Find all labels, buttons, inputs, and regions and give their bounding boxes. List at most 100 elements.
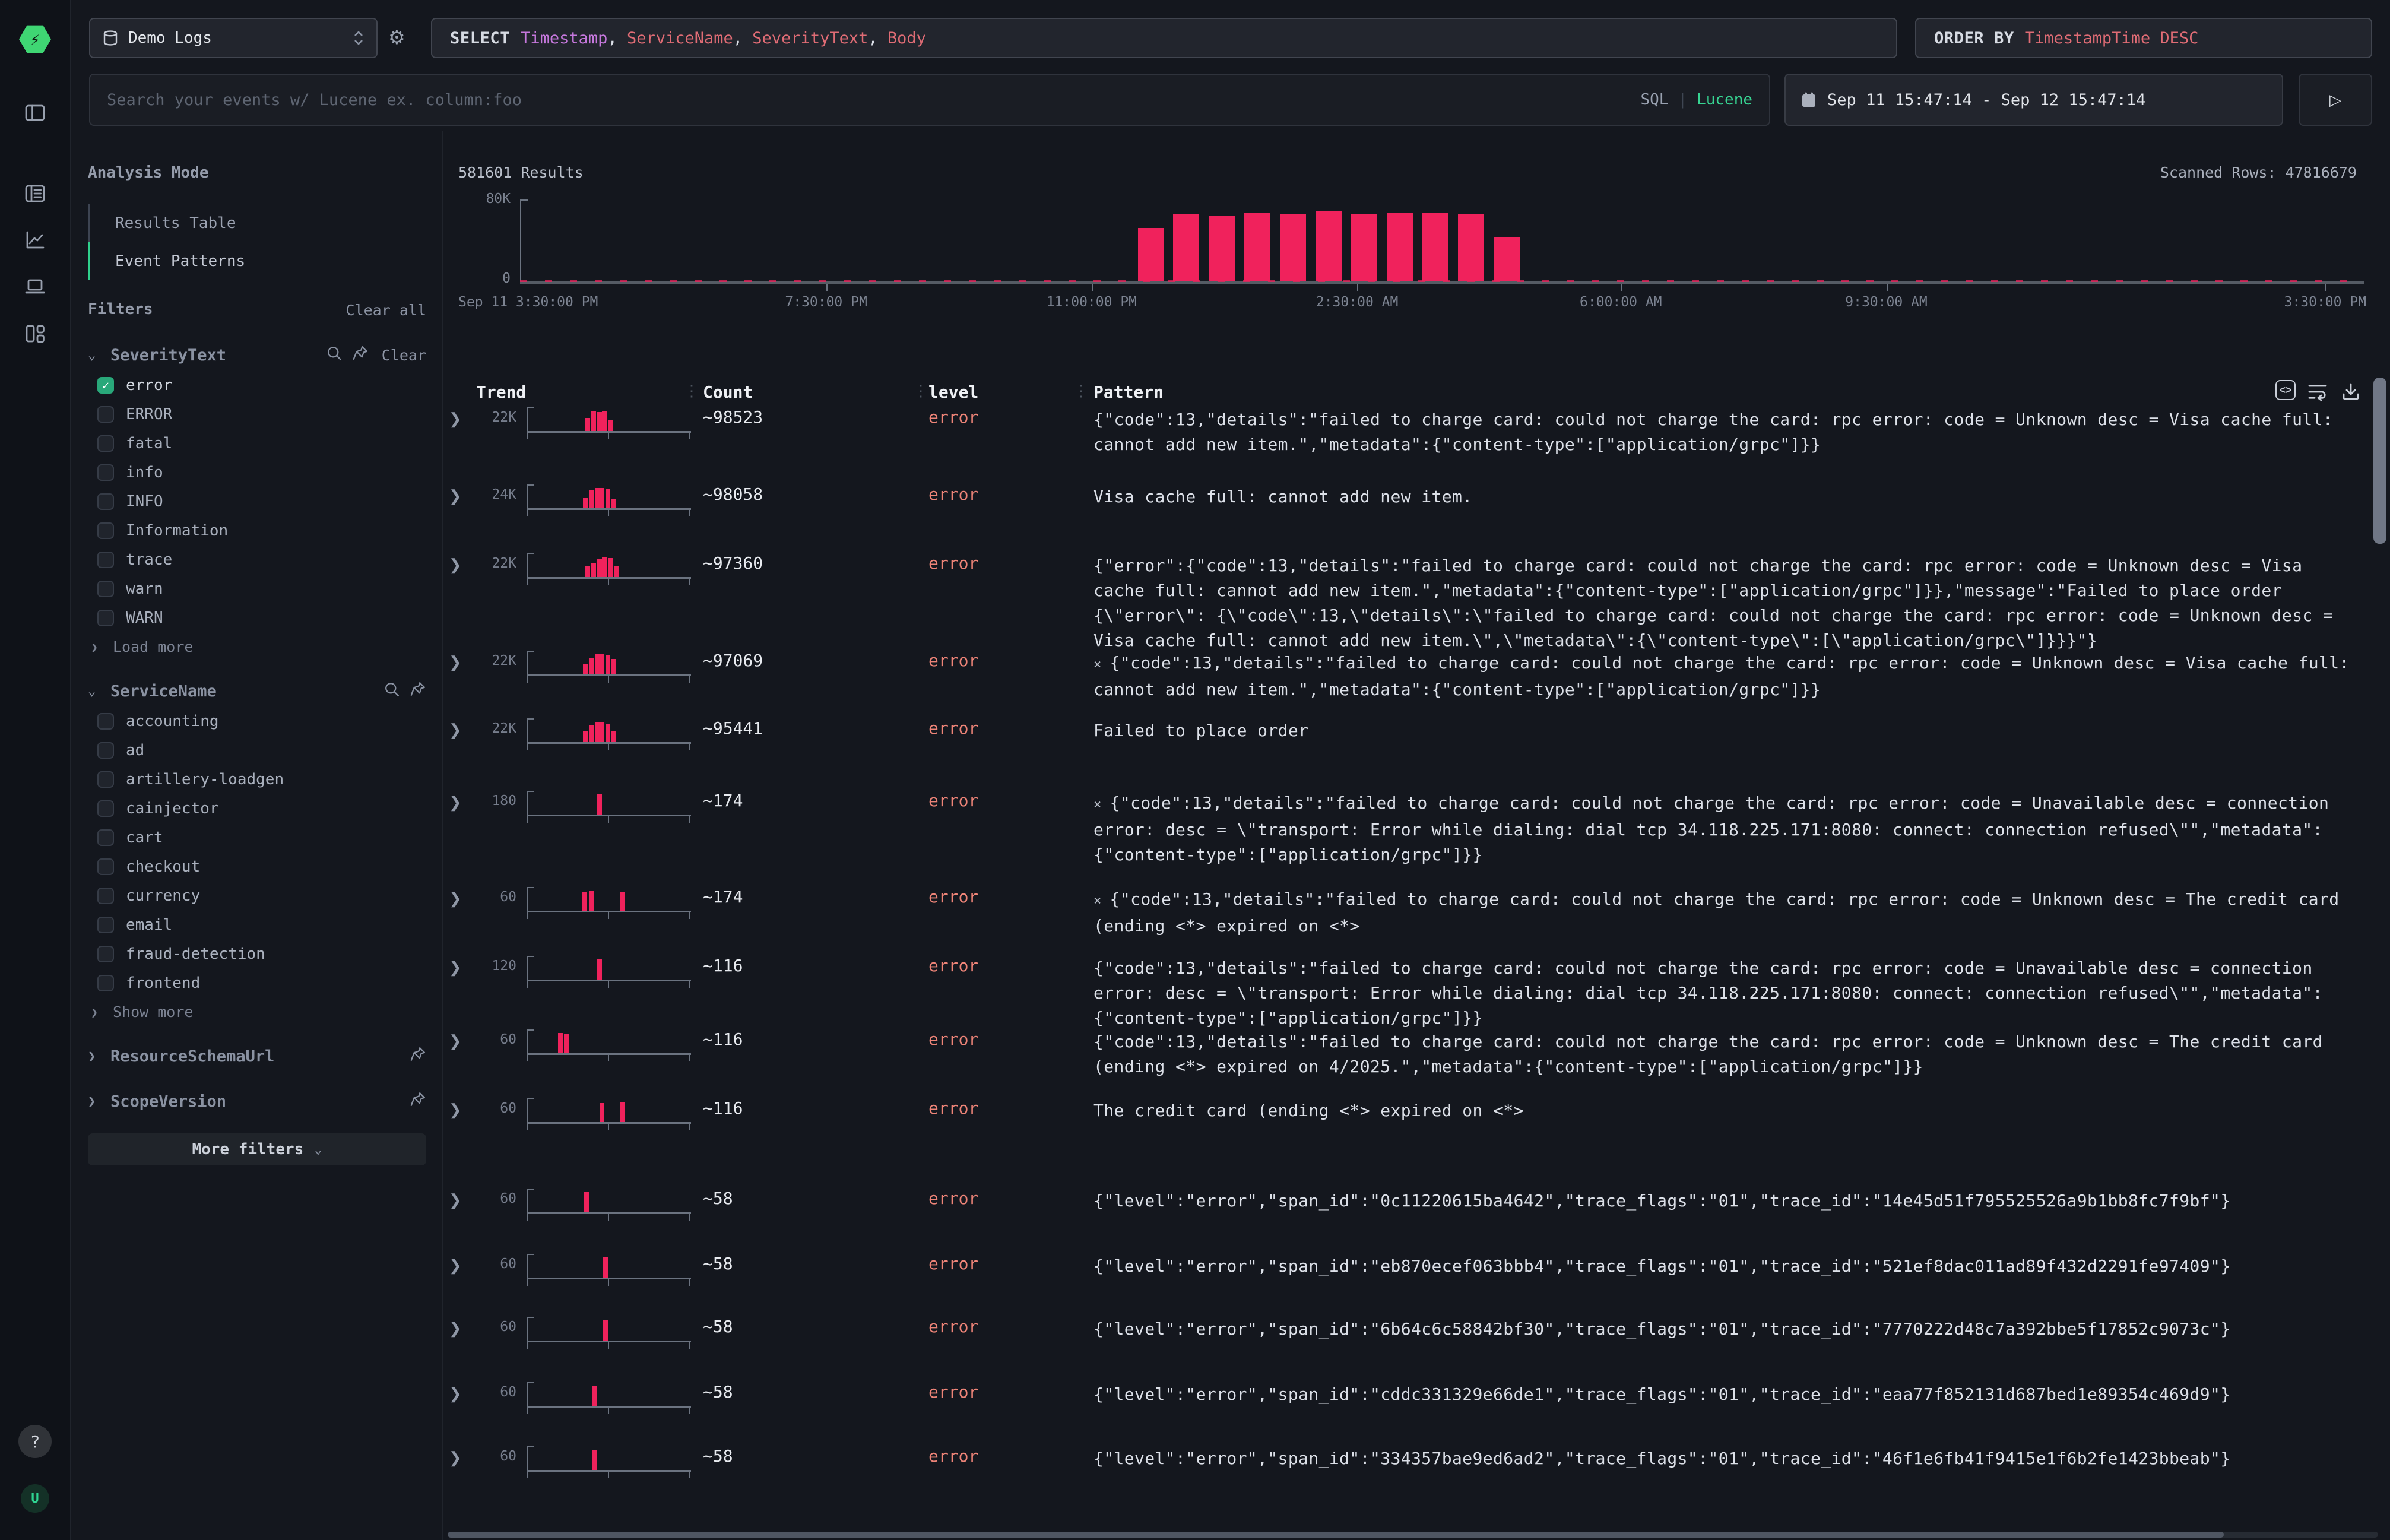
facet-pin-icon[interactable]	[410, 1045, 426, 1067]
expand-row-icon[interactable]: ❯	[449, 1191, 462, 1209]
column-drag-handle[interactable]: ⋮	[1073, 382, 1089, 400]
histogram-bar[interactable]	[1387, 213, 1413, 281]
source-select[interactable]: Demo Logs	[89, 18, 378, 58]
facet-value-error[interactable]: ERROR	[88, 400, 426, 429]
facet-value-fatal[interactable]: fatal	[88, 429, 426, 458]
facet-clear-button[interactable]: Clear	[382, 347, 426, 364]
histogram-bar[interactable]	[1280, 214, 1306, 281]
facet-header-servicename[interactable]: ⌄ServiceName	[88, 676, 426, 706]
dashboards-icon[interactable]	[21, 319, 49, 348]
sessions-icon[interactable]	[21, 272, 49, 300]
app-logo-icon[interactable]: ⚡	[19, 24, 51, 55]
order-by-input[interactable]: ORDER BY TimestampTime DESC	[1915, 18, 2372, 58]
facet-value-information[interactable]: Information	[88, 516, 426, 545]
settings-gear-icon[interactable]: ⚙	[388, 26, 405, 49]
checkbox-unchecked[interactable]	[97, 975, 114, 991]
checkbox-unchecked[interactable]	[97, 610, 114, 626]
facet-header-scopeversion[interactable]: ❯ScopeVersion	[88, 1086, 426, 1117]
mode-sql-toggle[interactable]: SQL	[1640, 91, 1668, 109]
histogram-bar[interactable]	[1173, 214, 1199, 281]
checkbox-unchecked[interactable]	[97, 713, 114, 730]
histogram-bar[interactable]	[1138, 228, 1164, 281]
toggle-sidebar-icon[interactable]	[21, 99, 49, 127]
checkbox-unchecked[interactable]	[97, 946, 114, 962]
clear-all-filters-button[interactable]: Clear all	[346, 302, 426, 319]
facet-value-info[interactable]: info	[88, 458, 426, 487]
view-source-code-icon[interactable]: <>	[2274, 380, 2297, 404]
facet-value-artillery-loadgen[interactable]: artillery-loadgen	[88, 765, 426, 794]
checkbox-unchecked[interactable]	[97, 917, 114, 933]
facet-pin-icon[interactable]	[410, 680, 426, 702]
search-logs-icon[interactable]	[21, 179, 49, 208]
facet-load-more-button[interactable]: ❯Load more	[88, 632, 426, 661]
expand-row-icon[interactable]: ❯	[449, 1384, 462, 1403]
expand-row-icon[interactable]: ❯	[449, 556, 462, 574]
histogram-bar[interactable]	[1316, 211, 1342, 281]
expand-row-icon[interactable]: ❯	[449, 1032, 462, 1050]
expand-row-icon[interactable]: ❯	[449, 958, 462, 977]
column-drag-handle[interactable]: ⋮	[684, 382, 699, 400]
chart-explorer-icon[interactable]	[21, 226, 49, 254]
histogram-bar[interactable]	[1351, 214, 1377, 281]
histogram-bar[interactable]	[1458, 214, 1484, 281]
facet-pin-icon[interactable]	[410, 1090, 426, 1113]
checkbox-unchecked[interactable]	[97, 406, 114, 423]
analysis-mode-tab-event-patterns[interactable]: Event Patterns	[88, 242, 426, 280]
help-button[interactable]: ?	[18, 1425, 52, 1458]
facet-value-warn[interactable]: WARN	[88, 603, 426, 632]
histogram-bar[interactable]	[1422, 213, 1448, 281]
checkbox-unchecked[interactable]	[97, 800, 114, 817]
checkbox-unchecked[interactable]	[97, 581, 114, 597]
column-header-trend[interactable]: Trend	[476, 382, 526, 402]
histogram-bar[interactable]	[1494, 237, 1520, 281]
column-header-count[interactable]: Count	[703, 382, 753, 402]
facet-show-more-button[interactable]: ❯Show more	[88, 997, 426, 1026]
checkbox-unchecked[interactable]	[97, 435, 114, 452]
checkbox-unchecked[interactable]	[97, 829, 114, 846]
expand-row-icon[interactable]: ❯	[449, 1101, 462, 1119]
checkbox-unchecked[interactable]	[97, 771, 114, 788]
expand-row-icon[interactable]: ❯	[449, 487, 462, 505]
checkbox-unchecked[interactable]	[97, 464, 114, 481]
checkbox-checked[interactable]: ✓	[97, 377, 114, 394]
facet-value-warn[interactable]: warn	[88, 574, 426, 603]
checkbox-unchecked[interactable]	[97, 888, 114, 904]
histogram-bar[interactable]	[1209, 216, 1235, 281]
checkbox-unchecked[interactable]	[97, 858, 114, 875]
expand-row-icon[interactable]: ❯	[449, 1256, 462, 1275]
download-icon[interactable]	[2339, 380, 2363, 404]
expand-row-icon[interactable]: ❯	[449, 653, 462, 671]
mode-lucene-toggle[interactable]: Lucene	[1697, 91, 1752, 109]
facet-value-email[interactable]: email	[88, 910, 426, 939]
facet-header-resourceschemaurl[interactable]: ❯ResourceSchemaUrl	[88, 1041, 426, 1072]
facet-search-icon[interactable]	[383, 680, 400, 702]
select-query-input[interactable]: SELECT Timestamp, ServiceName, SeverityT…	[431, 18, 1897, 58]
facet-value-currency[interactable]: currency	[88, 881, 426, 910]
histogram-bar[interactable]	[1244, 213, 1270, 281]
analysis-mode-tab-results-table[interactable]: Results Table	[88, 204, 426, 242]
user-avatar[interactable]: U	[21, 1484, 49, 1513]
vertical-scrollbar[interactable]	[2373, 378, 2386, 544]
facet-header-severitytext[interactable]: ⌄SeverityTextClear	[88, 340, 426, 370]
checkbox-unchecked[interactable]	[97, 742, 114, 759]
facet-value-cainjector[interactable]: cainjector	[88, 794, 426, 823]
expand-row-icon[interactable]: ❯	[449, 1319, 462, 1338]
facet-value-accounting[interactable]: accounting	[88, 706, 426, 736]
expand-row-icon[interactable]: ❯	[449, 889, 462, 908]
expand-row-icon[interactable]: ❯	[449, 721, 462, 739]
checkbox-unchecked[interactable]	[97, 552, 114, 568]
column-header-level[interactable]: level	[928, 382, 978, 402]
run-query-button[interactable]: ▷	[2299, 74, 2372, 126]
checkbox-unchecked[interactable]	[97, 493, 114, 510]
horizontal-scrollbar[interactable]	[448, 1532, 2378, 1538]
more-filters-button[interactable]: More filters⌄	[88, 1133, 426, 1165]
search-input[interactable]: Search your events w/ Lucene ex. column:…	[89, 74, 1770, 126]
date-range-picker[interactable]: Sep 11 15:47:14 - Sep 12 15:47:14	[1784, 74, 2283, 126]
facet-value-cart[interactable]: cart	[88, 823, 426, 852]
column-drag-handle[interactable]: ⋮	[913, 382, 928, 400]
facet-value-trace[interactable]: trace	[88, 545, 426, 574]
facet-value-info[interactable]: INFO	[88, 487, 426, 516]
expand-row-icon[interactable]: ❯	[449, 1449, 462, 1467]
facet-value-frontend[interactable]: frontend	[88, 968, 426, 997]
expand-row-icon[interactable]: ❯	[449, 410, 462, 428]
